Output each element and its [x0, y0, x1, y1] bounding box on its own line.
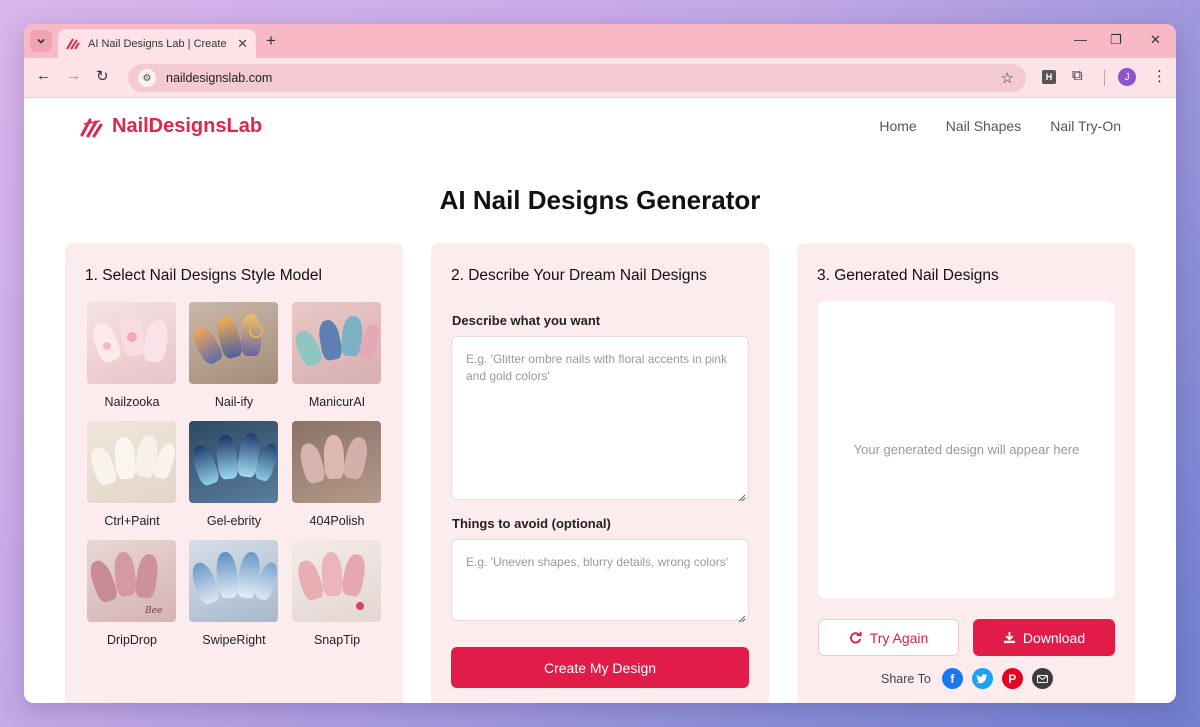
- nav-home[interactable]: Home: [879, 118, 916, 134]
- back-icon[interactable]: ←: [36, 67, 51, 84]
- style-label: ManicurAI: [308, 395, 366, 409]
- site-header: NailDesignsLab Home Nail Shapes Nail Try…: [24, 98, 1176, 155]
- nav-nail-shapes[interactable]: Nail Shapes: [946, 118, 1022, 134]
- style-label: Nailzooka: [104, 395, 160, 409]
- style-label: DripDrop: [106, 633, 157, 647]
- reload-icon[interactable]: ↻: [96, 67, 109, 85]
- extension-h-icon[interactable]: H: [1042, 70, 1056, 84]
- url-text: naildesignslab.com: [166, 71, 273, 85]
- tab-strip: AI Nail Designs Lab | Create Per ✕ + — ❐…: [24, 24, 1176, 58]
- style-option-dripdrop[interactable]: Bee DripDrop: [87, 540, 177, 659]
- profile-avatar[interactable]: J: [1118, 68, 1136, 86]
- step2-heading: 2. Describe Your Dream Nail Designs: [451, 267, 707, 284]
- favicon-icon: [66, 37, 80, 50]
- style-thumbnail: [189, 540, 278, 622]
- refresh-icon: [849, 631, 862, 644]
- style-thumbnail: [292, 302, 381, 384]
- download-label: Download: [1022, 629, 1086, 646]
- new-tab-icon[interactable]: +: [266, 31, 276, 51]
- tab-close-icon[interactable]: ✕: [237, 36, 248, 52]
- forward-icon[interactable]: →: [66, 67, 81, 84]
- tab-title: AI Nail Designs Lab | Create Per: [88, 37, 228, 50]
- style-thumbnail: [87, 302, 176, 384]
- describe-input[interactable]: E.g. 'Glitter ombre nails with floral ac…: [451, 336, 749, 500]
- avoid-label: Things to avoid (optional): [452, 516, 611, 531]
- address-bar[interactable]: ⚙ naildesignslab.com ☆: [128, 64, 1026, 92]
- style-grid: Nailzooka Nail-ify ManicurAI Ctrl+Paint …: [87, 302, 381, 659]
- bookmark-star-icon[interactable]: ☆: [1001, 69, 1014, 87]
- describe-card: 2. Describe Your Dream Nail Designs Desc…: [431, 243, 769, 703]
- style-label: Nail-ify: [214, 395, 254, 409]
- style-thumbnail: Bee: [87, 540, 176, 622]
- style-option-nail-ify[interactable]: Nail-ify: [189, 302, 279, 421]
- style-option-swiperight[interactable]: SwipeRight: [189, 540, 279, 659]
- style-option-ctrl-paint[interactable]: Ctrl+Paint: [87, 421, 177, 540]
- download-icon: [1003, 631, 1015, 644]
- create-design-button[interactable]: Create My Design: [451, 647, 749, 688]
- minimize-icon[interactable]: —: [1074, 32, 1087, 47]
- download-button[interactable]: Download: [973, 619, 1115, 656]
- style-option-snaptip[interactable]: SnapTip: [292, 540, 382, 659]
- main-nav: Home Nail Shapes Nail Try-On: [879, 118, 1121, 134]
- style-thumbnail: [189, 302, 278, 384]
- generated-card: 3. Generated Nail Designs Your generated…: [797, 243, 1135, 703]
- style-option-manicurai[interactable]: ManicurAI: [292, 302, 382, 421]
- main-content: AI Nail Designs Generator 1. Select Nail…: [24, 155, 1176, 703]
- menu-icon[interactable]: ⋮: [1152, 67, 1167, 85]
- style-model-card: 1. Select Nail Designs Style Model Nailz…: [65, 243, 403, 703]
- resize-handle-icon[interactable]: [738, 489, 746, 507]
- facebook-icon[interactable]: f: [941, 668, 963, 689]
- toolbar-divider: [1104, 70, 1105, 86]
- style-thumbnail: [292, 421, 381, 503]
- step1-heading: 1. Select Nail Designs Style Model: [85, 267, 322, 284]
- step3-heading: 3. Generated Nail Designs: [817, 267, 999, 284]
- preview-empty-text: Your generated design will appear here: [853, 442, 1080, 457]
- brand-name: NailDesignsLab: [112, 115, 263, 137]
- style-label: SnapTip: [313, 633, 361, 647]
- browser-toolbar: ← → ↻ ⚙ naildesignslab.com ☆ H ⧉ J ⋮: [24, 58, 1176, 98]
- nav-nail-try-on[interactable]: Nail Try-On: [1050, 118, 1121, 134]
- describe-label: Describe what you want: [452, 313, 601, 328]
- design-preview: Your generated design will appear here: [818, 301, 1115, 598]
- page-title: AI Nail Designs Generator: [439, 185, 761, 215]
- try-again-button[interactable]: Try Again: [818, 619, 959, 656]
- try-again-label: Try Again: [869, 629, 929, 646]
- style-option-nailzooka[interactable]: Nailzooka: [87, 302, 177, 421]
- active-tab[interactable]: AI Nail Designs Lab | Create Per ✕: [58, 29, 256, 58]
- style-label: Gel-ebrity: [206, 514, 262, 528]
- avoid-input[interactable]: E.g. 'Uneven shapes, blurry details, wro…: [451, 539, 749, 621]
- style-option-gel-ebrity[interactable]: Gel-ebrity: [189, 421, 279, 540]
- tab-search-button[interactable]: [30, 30, 52, 52]
- style-label: SwipeRight: [202, 633, 266, 647]
- logo-icon: [80, 118, 103, 137]
- style-thumbnail: [189, 421, 278, 503]
- extensions-icon[interactable]: ⧉: [1072, 67, 1083, 84]
- style-thumbnail: [292, 540, 381, 622]
- site-logo[interactable]: NailDesignsLab: [80, 115, 262, 138]
- style-label: Ctrl+Paint: [104, 514, 160, 528]
- pinterest-icon[interactable]: P: [1001, 668, 1023, 689]
- style-thumbnail: [87, 421, 176, 503]
- style-label: 404Polish: [309, 514, 365, 528]
- resize-handle-icon[interactable]: [738, 610, 746, 628]
- browser-window: AI Nail Designs Lab | Create Per ✕ + — ❐…: [24, 24, 1176, 703]
- chevron-down-icon: [37, 38, 45, 44]
- site-info-icon[interactable]: ⚙: [138, 69, 156, 87]
- restore-icon[interactable]: ❐: [1110, 32, 1122, 48]
- share-label: Share To: [881, 671, 931, 686]
- close-window-icon[interactable]: ✕: [1150, 32, 1161, 48]
- email-icon[interactable]: [1031, 668, 1053, 689]
- twitter-icon[interactable]: [971, 668, 993, 689]
- share-row: Share To f P: [881, 668, 1053, 689]
- style-option-404polish[interactable]: 404Polish: [292, 421, 382, 540]
